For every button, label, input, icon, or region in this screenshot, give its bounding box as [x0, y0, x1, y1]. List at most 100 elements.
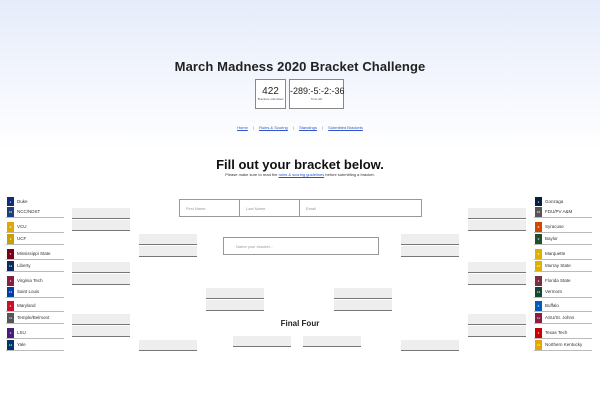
bracket-pick-slot[interactable]: [72, 326, 130, 337]
bracket-pick-slot[interactable]: [72, 208, 130, 219]
left-team-slot[interactable]: 11 Temple/Belmont: [6, 312, 64, 324]
first-name-field[interactable]: First Name: [180, 200, 240, 216]
seed-badge: 8: [535, 221, 542, 232]
bracket-pick-slot[interactable]: [468, 220, 526, 231]
left-team-slot[interactable]: 3 LSU: [6, 327, 64, 339]
seed-badge: 6: [535, 300, 542, 311]
team-name: Northern Kentucky: [545, 342, 583, 347]
bracket-pick-slot[interactable]: [334, 300, 392, 311]
right-team-slot[interactable]: 13 Vermont: [534, 286, 592, 298]
last-name-field[interactable]: Last Name: [240, 200, 300, 216]
team-name: LSU: [17, 330, 26, 335]
seed-badge: 5: [535, 248, 542, 259]
bracket-pick-slot[interactable]: [139, 234, 197, 245]
seed-badge: 3: [7, 327, 14, 338]
rules-link[interactable]: rules & scoring guidelines: [279, 172, 325, 177]
seed-badge: 12: [535, 260, 542, 271]
team-name: Murray State: [545, 263, 571, 268]
note-suffix: before submitting a bracket.: [324, 172, 375, 177]
left-team-slot[interactable]: 14 Yale: [6, 339, 64, 351]
bracket-pick-slot[interactable]: [72, 262, 130, 273]
left-team-slot[interactable]: 5 Mississippi State: [6, 248, 64, 260]
seed-badge: 9: [7, 233, 14, 244]
left-team-slot[interactable]: 9 UCF: [6, 233, 64, 245]
seed-badge: 14: [7, 339, 14, 350]
team-name: Liberty: [17, 263, 31, 268]
nav-separator: |: [252, 125, 254, 130]
bracket-pick-slot[interactable]: [468, 326, 526, 337]
page: March Madness 2020 Bracket Challenge 422…: [0, 0, 600, 400]
bracket-pick-slot[interactable]: [401, 234, 459, 245]
team-name: VCU: [17, 224, 27, 229]
team-name: NCC/NDST: [17, 209, 41, 214]
right-team-slot[interactable]: 5 Marquette: [534, 248, 592, 260]
seed-badge: 13: [535, 286, 542, 297]
form-note: Please make sure to read the rules & sco…: [0, 172, 600, 177]
note-prefix: Please make sure to read the: [225, 172, 279, 177]
bracket-pick-slot[interactable]: [139, 340, 197, 351]
bracket-pick-slot[interactable]: [206, 288, 264, 299]
left-team-slot[interactable]: 12 Liberty: [6, 260, 64, 272]
seed-badge: 12: [7, 260, 14, 271]
bracket-pick-slot[interactable]: [468, 314, 526, 325]
seed-badge: 5: [7, 248, 14, 259]
left-team-slot[interactable]: 6 Maryland: [6, 300, 64, 312]
bracket-name-input[interactable]: Name your bracket...: [223, 237, 379, 255]
right-team-slot[interactable]: 9 Baylor: [534, 233, 592, 245]
team-name: Vermont: [545, 289, 562, 294]
bracket-pick-slot[interactable]: [139, 246, 197, 257]
left-team-slot[interactable]: 16 NCC/NDST: [6, 206, 64, 218]
right-team-slot[interactable]: 8 Syracuse: [534, 221, 592, 233]
seed-badge: 16: [7, 206, 14, 217]
nav-separator: |: [292, 125, 294, 130]
right-team-slot[interactable]: 12 Murray State: [534, 260, 592, 272]
team-name: UCF: [17, 236, 27, 241]
team-name: ASU/St. Johns: [545, 315, 575, 320]
bracket-pick-slot[interactable]: [72, 274, 130, 285]
right-team-slot[interactable]: 14 Northern Kentucky: [534, 339, 592, 351]
team-name: Mississippi State: [17, 251, 51, 256]
seed-badge: 1: [535, 196, 542, 207]
right-team-slot[interactable]: 16 FDU/PV A&M: [534, 206, 592, 218]
team-name: Gonzaga: [545, 199, 564, 204]
bracket-pick-slot[interactable]: [468, 262, 526, 273]
bracket-pick-slot[interactable]: [72, 314, 130, 325]
team-name: Syracuse: [545, 224, 564, 229]
seed-badge: 3: [535, 327, 542, 338]
left-team-slot[interactable]: 8 VCU: [6, 221, 64, 233]
bracket-pick-slot[interactable]: [401, 340, 459, 351]
time-left-value: -289:-5:-2:-36: [290, 86, 345, 96]
entrant-form: First Name Last Name Email: [179, 199, 422, 217]
bracket-pick-slot[interactable]: [303, 336, 361, 347]
bracket-pick-slot[interactable]: [401, 246, 459, 257]
bracket-pick-slot[interactable]: [72, 220, 130, 231]
bracket-pick-slot[interactable]: [334, 288, 392, 299]
seed-badge: 4: [535, 275, 542, 286]
brackets-submitted-value: 422: [262, 86, 279, 97]
seed-badge: 13: [7, 286, 14, 297]
right-team-slot[interactable]: 11 ASU/St. Johns: [534, 312, 592, 324]
seed-badge: 6: [7, 300, 14, 311]
nav-home-link[interactable]: Home: [237, 125, 248, 130]
seed-badge: 11: [7, 312, 14, 323]
nav-standings-link[interactable]: Standings: [299, 125, 317, 130]
bracket-pick-slot[interactable]: [468, 208, 526, 219]
right-team-slot[interactable]: 6 Buffalo: [534, 300, 592, 312]
seed-badge: 9: [535, 233, 542, 244]
nav-separator: |: [322, 125, 324, 130]
team-name: Marquette: [545, 251, 566, 256]
team-name: Florida State: [545, 278, 571, 283]
seed-badge: 14: [535, 339, 542, 350]
nav-submitted-link[interactable]: Submitted Brackets: [328, 125, 363, 130]
nav-rules-link[interactable]: Rules & Scoring: [259, 125, 288, 130]
team-name: Yale: [17, 342, 26, 347]
bracket-pick-slot[interactable]: [206, 300, 264, 311]
brackets-submitted-counter: 422 Brackets submitted: [255, 79, 286, 109]
email-field[interactable]: Email: [300, 200, 421, 216]
left-team-slot[interactable]: 13 Saint Louis: [6, 286, 64, 298]
team-name: Duke: [17, 199, 28, 204]
right-team-slot[interactable]: 3 Texas Tech: [534, 327, 592, 339]
bracket-pick-slot[interactable]: [468, 274, 526, 285]
bracket-pick-slot[interactable]: [233, 336, 291, 347]
team-name: Texas Tech: [545, 330, 568, 335]
